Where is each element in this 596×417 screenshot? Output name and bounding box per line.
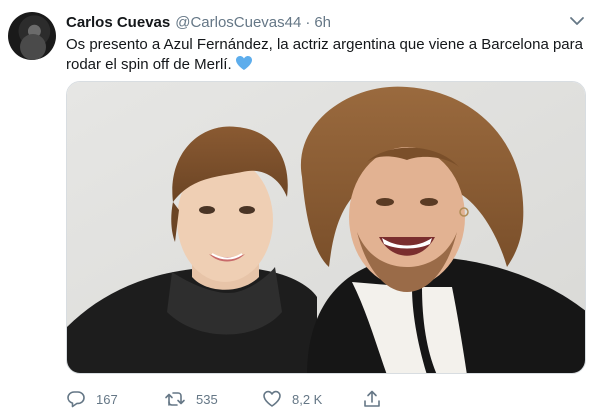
caret-down-icon[interactable]	[568, 14, 586, 28]
author-name[interactable]: Carlos Cuevas	[66, 14, 170, 31]
retweet-icon	[165, 392, 185, 406]
tweet-timestamp[interactable]: 6h	[314, 14, 331, 31]
tweet-text: Os presento a Azul Fernández, la actriz …	[66, 35, 586, 77]
tweet: Carlos Cuevas @CarlosCuevas44 · 6h Os pr…	[0, 0, 596, 417]
like-icon	[263, 390, 281, 407]
like-count: 8,2 K	[292, 391, 323, 407]
retweet-count: 535	[196, 391, 218, 407]
tweet-photo[interactable]	[66, 81, 586, 374]
reply-icon	[67, 391, 85, 408]
reply-button[interactable]: 167	[66, 388, 118, 410]
retweet-button[interactable]: 535	[164, 388, 218, 410]
tweet-text-body: Os presento a Azul Fernández, la actriz …	[66, 36, 583, 73]
avatar[interactable]	[8, 12, 56, 60]
share-icon	[364, 390, 380, 407]
separator-dot: ·	[305, 13, 311, 31]
tweet-header: Carlos Cuevas @CarlosCuevas44 · 6h	[66, 12, 331, 32]
author-handle[interactable]: @CarlosCuevas44	[175, 14, 301, 31]
share-button[interactable]	[362, 388, 382, 410]
action-bar: 167 535 8,2 K	[66, 388, 586, 410]
blue-heart-icon	[235, 55, 253, 77]
reply-count: 167	[96, 391, 118, 407]
like-button[interactable]: 8,2 K	[262, 388, 322, 410]
